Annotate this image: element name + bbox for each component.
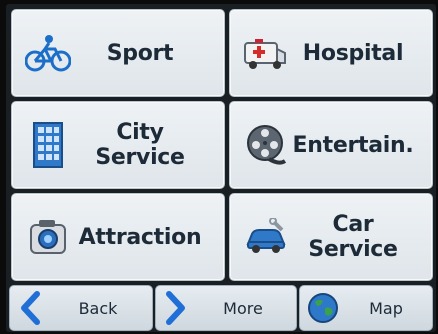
hospital-label: Hospital (302, 40, 404, 66)
map-button[interactable]: Map (299, 285, 433, 331)
attraction-label: Attraction (78, 224, 202, 250)
back-button[interactable]: Back (9, 285, 153, 331)
attraction-button[interactable]: Attraction (11, 193, 225, 281)
car-wrench-icon (240, 211, 292, 263)
car-service-label: Car Service (308, 212, 398, 262)
chevron-right-icon (162, 290, 190, 326)
entertainment-label: Entertain. (292, 132, 414, 158)
sport-button[interactable]: Sport (11, 9, 225, 97)
ambulance-icon (240, 27, 292, 79)
hospital-button[interactable]: Hospital (229, 9, 433, 97)
car-service-button[interactable]: Car Service (229, 193, 433, 281)
city-service-button[interactable]: City Service (11, 101, 225, 189)
more-label: More (223, 298, 263, 318)
entertainment-button[interactable]: Entertain. (229, 101, 433, 189)
building-icon (22, 119, 74, 171)
city-service-label: City Service (95, 120, 185, 170)
bicycle-icon (22, 27, 74, 79)
film-reel-icon (240, 119, 292, 171)
map-label: Map (369, 298, 403, 318)
chevron-left-icon (16, 290, 44, 326)
back-label: Back (78, 298, 118, 318)
poi-category-screen: Sport Hospital City Service Entertain. A… (6, 4, 436, 332)
more-button[interactable]: More (155, 285, 297, 331)
camera-icon (22, 211, 74, 263)
sport-label: Sport (106, 40, 174, 66)
globe-icon (306, 290, 340, 326)
